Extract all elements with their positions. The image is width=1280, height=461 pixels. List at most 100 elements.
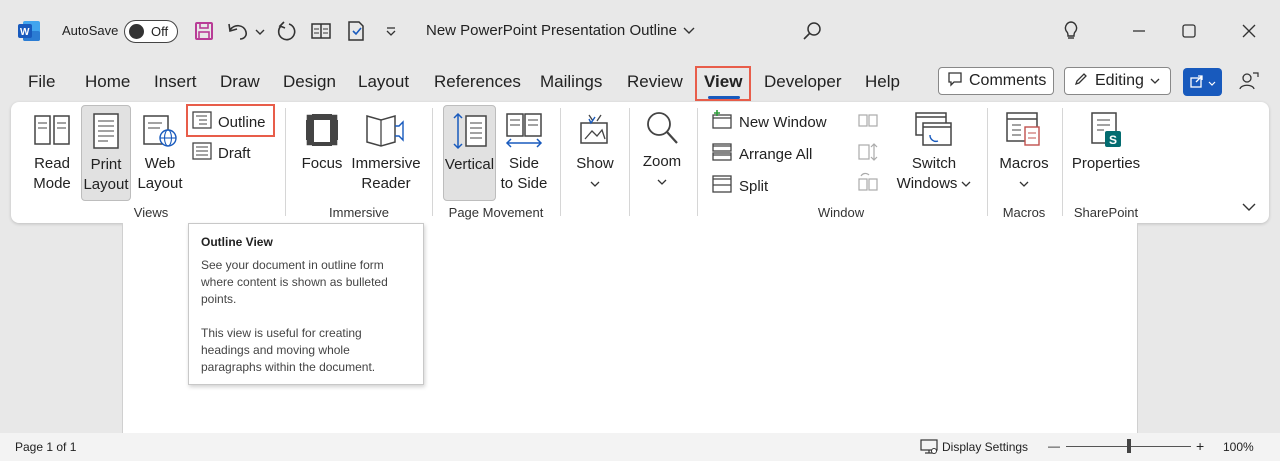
group-label-immersive: Immersive: [329, 205, 389, 220]
editing-button[interactable]: Editing: [1064, 67, 1171, 95]
zoom-in-button[interactable]: +: [1196, 438, 1204, 454]
draft-button[interactable]: Draft: [192, 142, 251, 164]
group-separator: [1062, 108, 1063, 216]
macros-icon: [1005, 108, 1043, 152]
split-label: Split: [739, 177, 769, 195]
comment-icon: [947, 71, 963, 92]
group-separator: [629, 108, 630, 216]
properties-button[interactable]: S Properties: [1069, 108, 1143, 174]
document-title-text: New PowerPoint Presentation Outline: [426, 22, 677, 39]
display-settings-label[interactable]: Display Settings: [942, 440, 1028, 454]
show-icon: [577, 108, 613, 152]
vertical-button[interactable]: Vertical: [443, 105, 496, 201]
focus-button[interactable]: Focus: [300, 108, 344, 174]
arrange-all-icon: [711, 142, 733, 166]
tab-draw[interactable]: Draw: [220, 72, 260, 92]
minimize-icon[interactable]: [1124, 16, 1154, 46]
new-window-label: New Window: [739, 113, 827, 131]
immersive-reader-label-1: Immersive: [351, 155, 421, 172]
comments-button[interactable]: Comments: [938, 67, 1054, 95]
new-window-button[interactable]: New Window: [711, 110, 827, 134]
switch-windows-label-row: Windows: [897, 174, 972, 194]
share-icon: [1189, 73, 1205, 92]
immersive-reader-label-2: Reader: [361, 175, 411, 192]
save-icon[interactable]: [192, 18, 216, 44]
outline-view-tooltip: Outline View See your document in outlin…: [188, 223, 424, 385]
lightbulb-icon[interactable]: [1056, 16, 1086, 46]
show-button[interactable]: Show: [572, 108, 618, 194]
zoom-slider-thumb[interactable]: [1126, 439, 1131, 453]
show-label: Show: [576, 155, 614, 172]
chevron-down-icon: [590, 174, 600, 194]
switch-windows-label-1: Switch: [911, 155, 957, 172]
sharepoint-properties-icon: S: [1088, 108, 1124, 152]
split-button[interactable]: Split: [711, 174, 768, 198]
web-layout-button[interactable]: Web Layout: [135, 108, 185, 194]
tab-developer[interactable]: Developer: [764, 72, 842, 92]
page-count[interactable]: Page 1 of 1: [15, 440, 76, 454]
close-icon[interactable]: [1234, 16, 1264, 46]
table-icon[interactable]: [309, 18, 333, 44]
document-title[interactable]: New PowerPoint Presentation Outline: [426, 22, 695, 39]
tab-layout[interactable]: Layout: [358, 72, 409, 92]
autosave-state: Off: [151, 24, 169, 39]
print-layout-label-2: Layout: [83, 176, 129, 193]
collapse-ribbon-icon[interactable]: [1242, 200, 1256, 215]
read-mode-label-2: Mode: [33, 175, 71, 192]
draft-label: Draft: [218, 144, 251, 162]
zoom-label: Zoom: [642, 153, 682, 170]
zoom-out-button[interactable]: —: [1048, 439, 1060, 453]
arrange-all-button[interactable]: Arrange All: [711, 142, 812, 166]
tab-home[interactable]: Home: [85, 72, 130, 92]
switch-windows-icon: [914, 108, 954, 152]
side-to-side-label-2: to Side: [500, 175, 548, 192]
group-separator: [987, 108, 988, 216]
read-mode-button[interactable]: Read Mode: [28, 108, 76, 194]
chevron-down-icon: [1208, 75, 1216, 90]
vertical-icon: [452, 109, 488, 153]
outline-highlight: [186, 104, 275, 137]
chevron-down-icon: [683, 22, 695, 39]
tab-insert[interactable]: Insert: [154, 72, 197, 92]
undo-icon[interactable]: [226, 18, 266, 44]
autosave-toggle[interactable]: Off: [124, 20, 178, 43]
svg-text:S: S: [1109, 133, 1117, 147]
switch-windows-button[interactable]: Switch Windows: [895, 108, 973, 194]
tab-design[interactable]: Design: [283, 72, 336, 92]
tab-references[interactable]: References: [434, 72, 521, 92]
immersive-reader-button[interactable]: Immersive Reader: [350, 108, 422, 194]
status-bar: Page 1 of 1 Display Settings — + 100%: [0, 433, 1280, 461]
read-mode-icon: [33, 108, 71, 152]
ribbon: Read Mode Print Layout Web Layout Outlin…: [11, 102, 1269, 223]
tab-mailings[interactable]: Mailings: [540, 72, 602, 92]
display-settings-icon[interactable]: [920, 439, 938, 458]
word-logo-icon: W: [18, 21, 40, 41]
coauthor-person-icon[interactable]: [1238, 70, 1260, 95]
title-bar: W AutoSave Off New PowerPoint Presentati…: [0, 0, 1280, 62]
group-separator: [432, 108, 433, 216]
immersive-reader-icon: [365, 108, 407, 152]
web-layout-icon: [142, 108, 178, 152]
print-layout-label-1: Print: [90, 156, 122, 173]
draft-icon: [192, 142, 212, 164]
autosave-label: AutoSave: [62, 23, 119, 38]
search-icon[interactable]: [800, 18, 824, 44]
side-to-side-button[interactable]: Side to Side: [499, 108, 549, 194]
view-side-by-side-icon: [857, 112, 879, 133]
tab-review[interactable]: Review: [627, 72, 683, 92]
share-button[interactable]: [1183, 68, 1222, 96]
macros-button[interactable]: Macros: [995, 108, 1053, 194]
document-check-icon[interactable]: [344, 18, 368, 44]
chevron-down-icon: [657, 172, 667, 192]
redo-icon[interactable]: [274, 18, 298, 44]
switch-windows-label-2: Windows: [896, 175, 958, 192]
tab-help[interactable]: Help: [865, 72, 900, 92]
zoom-button[interactable]: Zoom: [639, 106, 685, 192]
group-label-sharepoint: SharePoint: [1073, 205, 1139, 220]
print-layout-button[interactable]: Print Layout: [81, 105, 131, 201]
pencil-icon: [1073, 71, 1089, 92]
customize-dropdown-icon[interactable]: [381, 18, 401, 44]
tab-file[interactable]: File: [28, 72, 55, 92]
zoom-percentage[interactable]: 100%: [1223, 440, 1254, 454]
maximize-icon[interactable]: [1174, 16, 1204, 46]
